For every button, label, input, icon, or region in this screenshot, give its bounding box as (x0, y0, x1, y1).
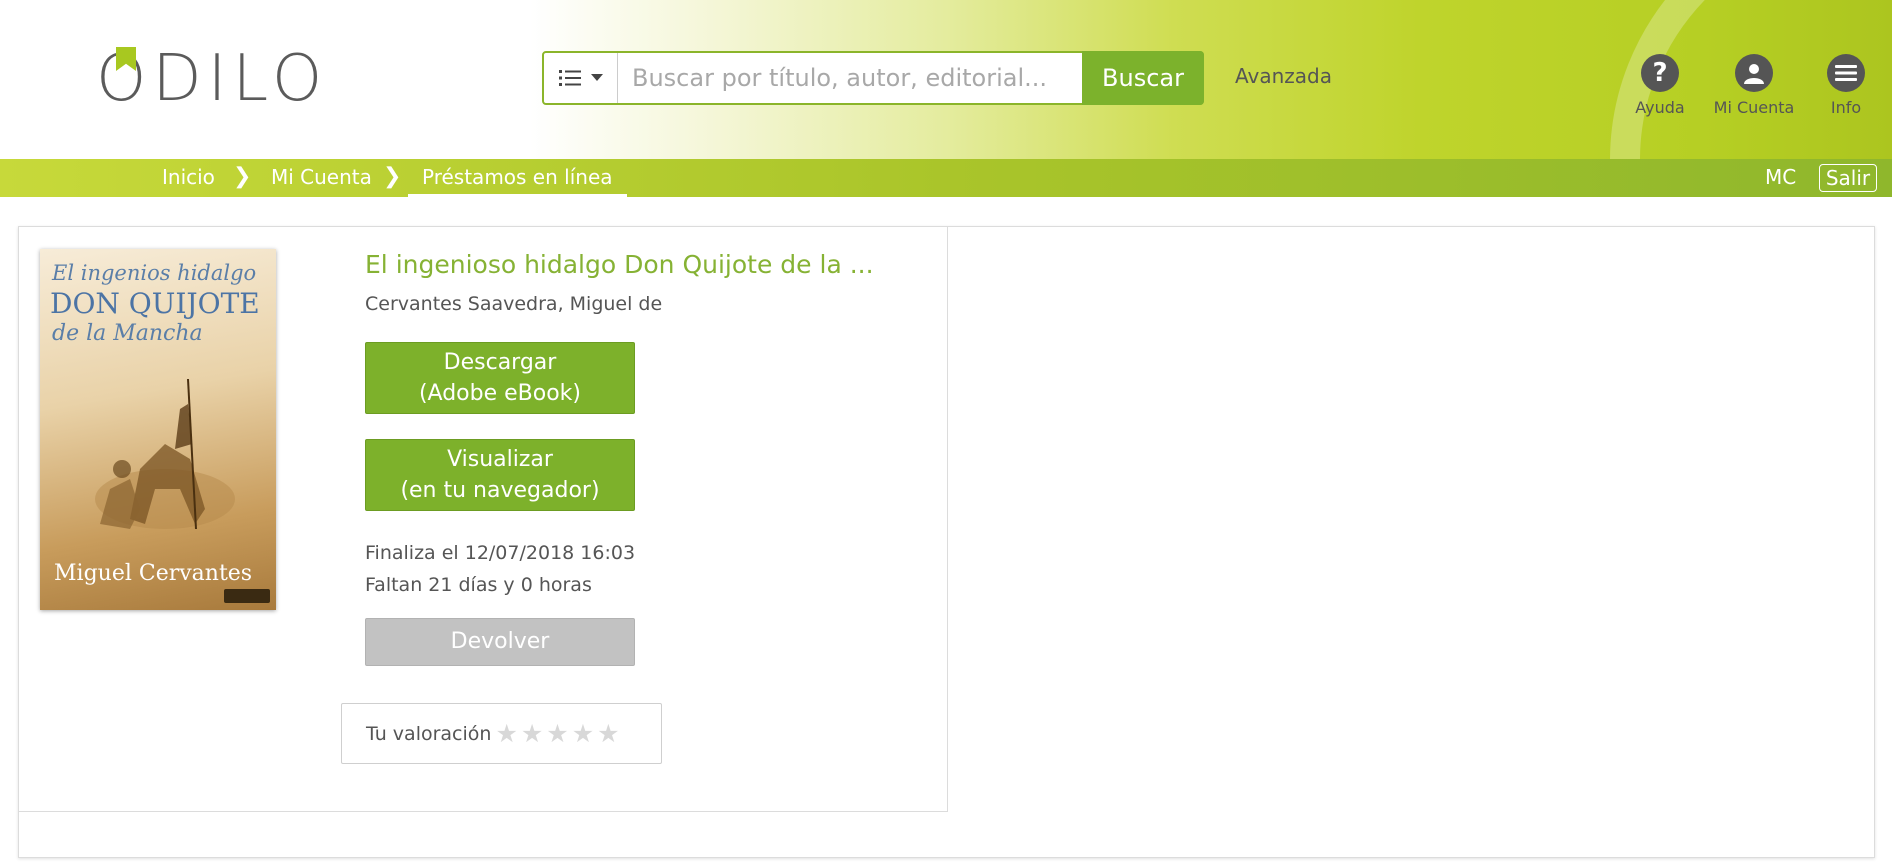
star-icon[interactable]: ★ (546, 719, 568, 748)
loan-due-info: Finaliza el 12/07/2018 16:03 Faltan 21 d… (365, 537, 635, 601)
cover-illustration (95, 378, 235, 530)
breadcrumb-account[interactable]: Mi Cuenta (271, 159, 372, 197)
cover-title-line2: DON QUIJOTE (50, 287, 260, 320)
search-input[interactable] (618, 53, 1082, 103)
account-label: Mi Cuenta (1713, 98, 1795, 117)
breadcrumb-online-loans[interactable]: Préstamos en línea (408, 159, 627, 197)
account-button[interactable]: Mi Cuenta (1709, 54, 1799, 117)
cover-title-line3: de la Mancha (52, 321, 203, 346)
book-cover[interactable]: El ingenios hidalgo DON QUIJOTE de la Ma… (40, 249, 276, 610)
search-type-dropdown[interactable] (544, 53, 618, 103)
star-icon[interactable]: ★ (495, 719, 517, 748)
view-in-browser-button[interactable]: Visualizar (en tu navegador) (365, 439, 635, 511)
breadcrumb: Inicio ❯ Mi Cuenta ❯ Préstamos en línea … (0, 159, 1892, 197)
info-label: Info (1830, 98, 1862, 117)
breadcrumb-home[interactable]: Inicio (162, 159, 215, 197)
book-author: Cervantes Saavedra, Miguel de (365, 293, 663, 315)
advanced-search-link[interactable]: Avanzada (1235, 64, 1332, 88)
rating-widget: Tu valoración ★ ★ ★ ★ ★ (341, 703, 662, 764)
caret-down-icon (590, 74, 603, 81)
download-label: Descargar (443, 350, 557, 375)
time-remaining: Faltan 21 días y 0 horas (365, 574, 592, 596)
info-menu-button[interactable]: Info (1801, 54, 1891, 117)
cover-title-line1: El ingenios hidalgo (52, 261, 257, 285)
star-icon[interactable]: ★ (597, 719, 619, 748)
user-initials[interactable]: MC (1765, 159, 1796, 197)
search-bar: Buscar (542, 51, 1204, 105)
view-sublabel: (en tu navegador) (400, 478, 600, 503)
cover-author: Miguel Cervantes (54, 561, 253, 586)
rating-label: Tu valoración (366, 722, 492, 745)
chevron-right-icon: ❯ (383, 164, 402, 189)
site-header: ODILO Buscar Avanzada ? Ayuda (0, 0, 1892, 159)
menu-icon (1827, 54, 1865, 92)
download-format-label: (Adobe eBook) (418, 381, 582, 406)
list-icon (558, 70, 581, 86)
user-icon (1735, 54, 1773, 92)
due-date: Finaliza el 12/07/2018 16:03 (365, 542, 636, 564)
star-icon[interactable]: ★ (572, 719, 594, 748)
return-button[interactable]: Devolver (365, 618, 635, 666)
help-label: Ayuda (1635, 98, 1685, 117)
odilo-logo[interactable]: ODILO (96, 44, 336, 114)
search-button[interactable]: Buscar (1082, 51, 1204, 105)
view-label: Visualizar (447, 447, 553, 472)
logout-button[interactable]: Salir (1819, 164, 1877, 192)
download-button[interactable]: Descargar (Adobe eBook) (365, 342, 635, 414)
star-icon[interactable]: ★ (521, 719, 543, 748)
publisher-logo (224, 589, 270, 603)
chevron-right-icon: ❯ (233, 164, 252, 189)
help-button[interactable]: ? Ayuda (1615, 54, 1705, 117)
book-title[interactable]: El ingenioso hidalgo Don Quijote de la .… (365, 250, 874, 279)
help-icon: ? (1641, 54, 1679, 92)
